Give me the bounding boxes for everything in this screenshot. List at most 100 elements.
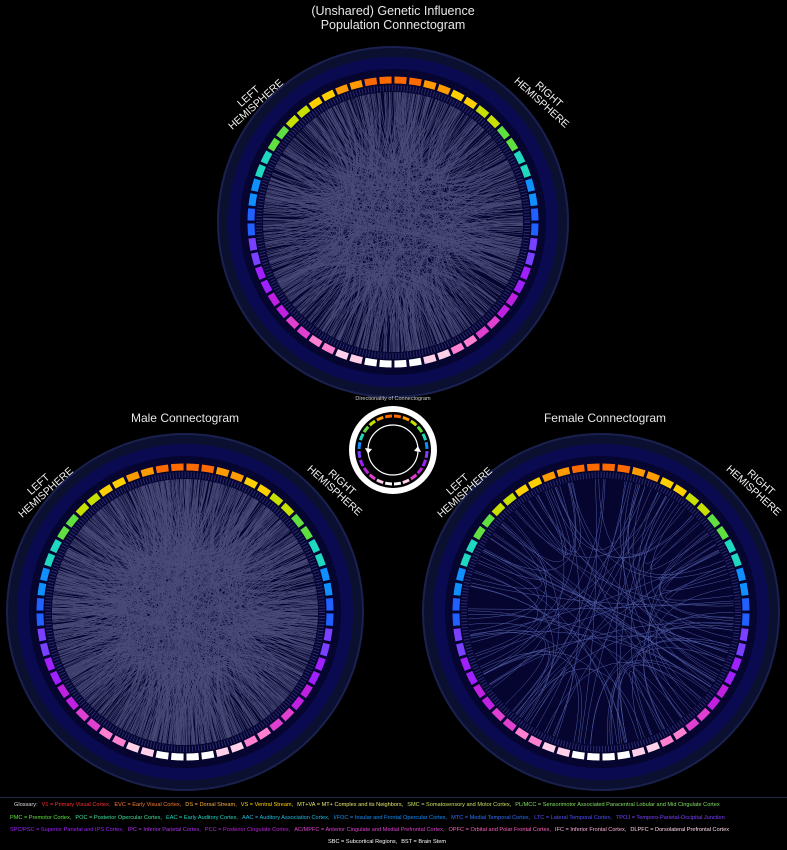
region-segment: [255, 266, 266, 280]
region-segment: [201, 464, 215, 474]
directionality-segment: [357, 450, 362, 459]
region-segment: [125, 741, 140, 753]
region-segment: [520, 164, 531, 178]
region-segment: [528, 193, 538, 207]
region-segment: [735, 642, 746, 657]
region-segment: [741, 597, 750, 611]
glossary-item: PCC = Posterior Cingulate Cortex,: [204, 827, 291, 833]
region-segment: [230, 471, 245, 483]
region-segment: [453, 582, 463, 596]
glossary-item: BST = Brain Stem: [401, 839, 447, 845]
female-connectogram-title: Female Connectogram: [543, 411, 667, 425]
glossary-item: PL/MCC = Sensorimotor Associated Paracen…: [515, 802, 720, 808]
region-segment: [452, 613, 461, 627]
glossary-item: IPC = Inferior Parietal Cortex,: [127, 827, 201, 833]
region-segment: [556, 467, 571, 478]
region-segment: [248, 193, 258, 207]
region-segment: [247, 208, 256, 221]
region-segment: [556, 746, 571, 757]
glossary-line-1: Glossary: V1 = Primary Visual Cortex, EVC …: [14, 801, 724, 810]
region-segment: [349, 354, 363, 365]
glossary-item: AAC = Auditory Association Cortex,: [241, 815, 330, 821]
glossary-entries: V1 = Primary Visual Cortex, EVC = Early V…: [42, 802, 724, 808]
glossary-item: EAC = Early Auditory Cortex,: [165, 815, 238, 821]
glossary-line-4: SBC = Subcortical Regions, BST = Brain St…: [328, 838, 450, 847]
region-segment: [453, 628, 463, 642]
region-segment: [408, 357, 422, 367]
glossary-item: PMC = Premotor Cortex,: [10, 815, 72, 821]
glossary-item: SBC = Subcortical Regions,: [328, 839, 398, 845]
region-segment: [314, 552, 326, 567]
region-segment: [646, 741, 661, 753]
directionality-segment: [393, 414, 402, 419]
region-segment: [36, 613, 45, 627]
directionality-segment: [384, 414, 393, 419]
directionality-segment: [357, 441, 362, 450]
region-segment: [44, 657, 56, 672]
glossary-prefix: Glossary:: [14, 802, 38, 808]
region-segment: [437, 84, 451, 95]
glossary-item: SPC/PSC = Superior Parietal and IPS Cort…: [10, 827, 124, 833]
region-segment: [201, 750, 215, 760]
region-segment: [37, 582, 47, 596]
region-segment: [394, 76, 407, 85]
region-segment: [319, 642, 330, 657]
region-segment: [530, 208, 539, 221]
region-segment: [215, 467, 230, 478]
region-segment: [525, 178, 536, 192]
chord-bundle: [51, 478, 318, 746]
region-segment: [40, 567, 51, 582]
region-segment: [437, 349, 451, 360]
main-title-line2: Population Connectogram: [320, 18, 466, 32]
male-connectogram-title: Male Connectogram: [130, 411, 240, 425]
region-segment: [325, 613, 334, 627]
directionality-segment: [393, 481, 402, 486]
population-connectogram-title: (Unshared) Genetic Influence Population …: [243, 4, 543, 32]
glossary-item: POC = Posterior Opercular Cortex,: [75, 815, 162, 821]
glossary-item: EVC = Early Visual Cortex,: [114, 802, 182, 808]
region-segment: [586, 752, 600, 761]
region-segment: [247, 223, 256, 236]
region-segment: [230, 741, 245, 753]
region-segment: [602, 752, 616, 761]
region-segment: [250, 252, 261, 266]
glossary-item: SMC = Somatosensory and Motor Cortex,: [407, 802, 512, 808]
region-segment: [323, 628, 333, 642]
region-segment: [452, 597, 461, 611]
directionality-segment: [384, 481, 393, 486]
glossary-item: OPFC = Orbital and Polar Frontal Cortex,: [448, 827, 551, 833]
glossary-item: IFC = Inferior Frontal Cortex,: [554, 827, 627, 833]
region-segment: [525, 252, 536, 266]
glossary-item: VS = Ventral Stream,: [240, 802, 294, 808]
glossary-item: MT+VA = MT+ Complex and its Neighbors,: [297, 802, 404, 808]
region-segment: [520, 266, 531, 280]
region-segment: [44, 552, 56, 567]
region-segment: [408, 77, 422, 87]
glossary-line-2: PMC = Premotor Cortex, POC = Posterior Op…: [10, 814, 729, 823]
region-segment: [631, 746, 646, 757]
region-segment: [323, 582, 333, 596]
directionality-label: Directionality of Connectogram: [355, 396, 431, 402]
region-segment: [364, 77, 378, 87]
region-segment: [528, 237, 538, 251]
glossary-item: LTC = Lateral Temporal Cortex,: [534, 815, 612, 821]
region-segment: [248, 237, 258, 251]
directionality-segment: [424, 450, 429, 459]
glossary-item: DS = Dorsal Stream,: [185, 802, 237, 808]
glossary-item: V1 = Primary Visual Cortex,: [41, 802, 111, 808]
region-segment: [379, 359, 392, 368]
region-segment: [602, 463, 616, 472]
glossary-panel: Glossary: V1 = Primary Visual Cortex, EVC …: [0, 797, 787, 850]
region-segment: [155, 750, 169, 760]
region-segment: [571, 464, 585, 474]
glossary-item: AC/MPFC = Anterior Cingulate and Medial …: [294, 827, 445, 833]
region-segment: [314, 657, 326, 672]
region-segment: [170, 752, 184, 761]
glossary-item: MTC = Medial Temporal Cortex,: [451, 815, 531, 821]
region-segment: [349, 79, 363, 90]
region-segment: [730, 552, 742, 567]
region-segment: [394, 359, 407, 368]
region-segment: [423, 79, 437, 90]
directionality-icon: [349, 406, 437, 494]
glossary-item: I/FOC = Insular and Frontal Opercular Co…: [333, 815, 448, 821]
